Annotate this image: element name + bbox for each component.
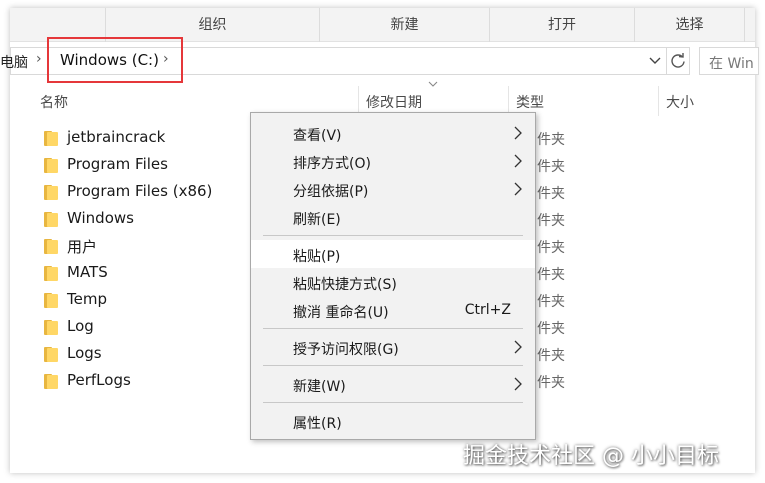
folder-icon [44,347,58,362]
search-input[interactable]: 在 Win [699,47,759,75]
ribbon-group-select[interactable]: 选择 [635,8,745,42]
file-row[interactable]: MATS [44,260,244,287]
watermark: 掘金技术社区 @ 小小目标 [463,444,719,469]
menu-item-paste[interactable]: 粘贴(P) [251,240,535,268]
ribbon-group-label: 新建 [390,17,419,33]
menu-item-label: 粘贴快捷方式(S) [293,277,397,293]
folder-icon [44,266,58,281]
menu-item-refresh[interactable]: 刷新(E) [251,203,535,231]
refresh-icon[interactable] [666,47,690,75]
menu-item-label: 新建(W) [293,379,346,395]
menu-item-shortcut: Ctrl+Z [464,302,511,318]
file-type: 件夹 [537,375,565,391]
ribbon-group-new[interactable]: 新建 [320,8,490,42]
file-type: 件夹 [537,240,565,256]
breadcrumb-current-drive[interactable]: Windows (C:) [60,51,159,69]
breadcrumb-chevron-icon[interactable]: › [163,51,169,67]
column-divider[interactable] [658,86,659,116]
column-header-type[interactable]: 类型 [516,92,544,112]
menu-item-paste-shortcut[interactable]: 粘贴快捷方式(S) [251,268,535,296]
menu-item-label: 查看(V) [293,128,342,144]
menu-item-undo-rename[interactable]: 撤消 重命名(U) Ctrl+Z [251,296,535,324]
ribbon: 组织 新建 打开 选择 [10,8,755,42]
column-header-name[interactable]: 名称 [40,92,68,112]
menu-separator [263,235,523,236]
menu-item-label: 授予访问权限(G) [293,342,399,358]
menu-separator [263,328,523,329]
column-header-modified[interactable]: 修改日期 [366,92,422,112]
file-name: PerfLogs [67,371,131,389]
menu-item-group-by[interactable]: 分组依据(P) [251,175,535,203]
file-row[interactable]: Temp [44,287,244,314]
menu-item-grant-access[interactable]: 授予访问权限(G) [251,333,535,361]
chevron-right-icon [513,375,523,393]
file-type: 件夹 [537,213,565,229]
file-name: MATS [67,263,108,281]
folder-icon [44,185,58,200]
file-row[interactable]: Log [44,314,244,341]
breadcrumb-separator-icon[interactable]: › [36,51,42,67]
folder-icon [44,239,58,254]
file-type: 件夹 [537,186,565,202]
ribbon-group-label: 打开 [548,17,576,33]
file-row[interactable]: jetbraincrack [44,125,244,152]
menu-item-new[interactable]: 新建(W) [251,370,535,398]
file-type: 件夹 [537,132,565,148]
menu-item-label: 粘贴(P) [293,249,341,265]
file-name: Windows [67,209,134,227]
menu-item-label: 撤消 重命名(U) [293,305,389,321]
file-type: 件夹 [537,294,565,310]
menu-item-sort-by[interactable]: 排序方式(O) [251,147,535,175]
folder-icon [44,374,58,389]
folder-icon [44,158,58,173]
ribbon-group-open[interactable]: 打开 [490,8,635,42]
file-name: jetbraincrack [67,128,166,146]
file-row[interactable]: PerfLogs [44,368,244,395]
file-type: 件夹 [537,321,565,337]
search-placeholder: 在 Win [709,56,754,72]
chevron-right-icon [513,180,523,198]
breadcrumb-this-pc[interactable]: 电脑 [0,52,28,72]
chevron-right-icon [513,152,523,170]
file-row[interactable]: Logs [44,341,244,368]
file-name: Logs [67,344,102,362]
menu-item-label: 刷新(E) [293,212,341,228]
ribbon-group-organize[interactable]: 组织 [105,8,320,42]
menu-item-view[interactable]: 查看(V) [251,119,535,147]
file-type: 件夹 [537,159,565,175]
menu-item-label: 分组依据(P) [293,184,369,200]
file-name: 用户 [67,238,98,256]
menu-item-label: 排序方式(O) [293,156,371,172]
folder-icon [44,131,58,146]
file-type: 件夹 [537,348,565,364]
file-name: Program Files (x86) [67,182,213,200]
menu-item-label: 属性(R) [293,416,342,432]
chevron-right-icon [513,338,523,356]
address-dropdown-icon[interactable] [648,50,664,70]
file-row[interactable]: 用户 [44,233,244,260]
file-row[interactable]: Program Files [44,152,244,179]
sort-caret-icon [428,80,438,91]
column-header-size[interactable]: 大小 [666,92,694,112]
file-name: Program Files [67,155,168,173]
menu-separator [263,402,523,403]
file-name: Temp [67,290,107,308]
file-row[interactable]: Program Files (x86) [44,179,244,206]
menu-item-properties[interactable]: 属性(R) [251,407,535,435]
scrollbar[interactable] [10,82,16,422]
folder-icon [44,212,58,227]
ribbon-group-label: 选择 [675,17,704,33]
folder-icon [44,293,58,308]
ribbon-group-label: 组织 [198,17,227,33]
file-name: Log [67,317,94,335]
file-type: 件夹 [537,267,565,283]
folder-icon [44,320,58,335]
menu-separator [263,365,523,366]
file-row[interactable]: Windows [44,206,244,233]
chevron-right-icon [513,124,523,142]
context-menu: 查看(V) 排序方式(O) 分组依据(P) 刷新(E) 粘贴(P) 粘贴快捷方式… [250,112,536,440]
